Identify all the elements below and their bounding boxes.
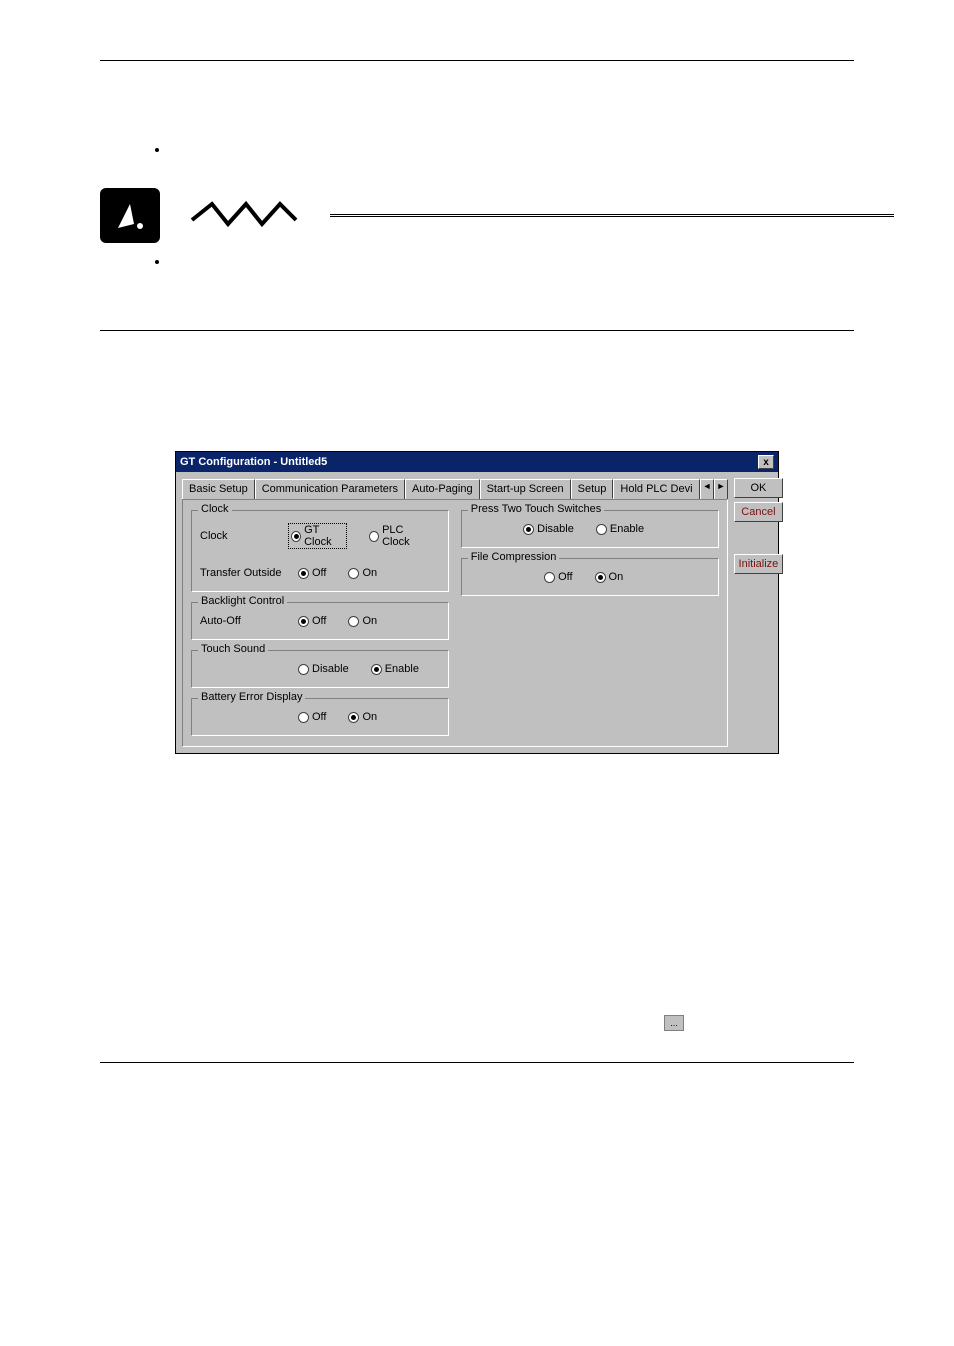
radio-label: On xyxy=(362,567,377,579)
exclamation-icon xyxy=(110,196,150,236)
radio-touchsound-enable[interactable]: Enable xyxy=(371,663,419,675)
group-file-compression: File Compression Off On xyxy=(461,558,719,596)
dialog-left-pane: Basic Setup Communication Parameters Aut… xyxy=(182,478,728,747)
group-clock: Clock Clock GT Clock PLC Clock xyxy=(191,510,449,592)
top-horizontal-rule xyxy=(100,60,854,61)
zigzag-icon xyxy=(190,198,300,228)
radio-gt-clock[interactable]: GT Clock xyxy=(288,523,347,549)
radio-dot-icon xyxy=(291,531,301,542)
radio-filecomp-on[interactable]: On xyxy=(595,571,624,583)
tip-row xyxy=(100,188,894,243)
bullet-item xyxy=(170,141,894,158)
label-auto-off: Auto-Off xyxy=(200,615,288,627)
ok-button[interactable]: OK xyxy=(734,478,784,498)
bottom-horizontal-rule xyxy=(100,1062,854,1063)
radio-presstwo-disable[interactable]: Disable xyxy=(523,523,574,535)
radio-dot-icon xyxy=(298,616,309,627)
label-clock: Clock xyxy=(200,530,278,542)
label-transfer-outside: Transfer Outside xyxy=(200,567,288,579)
tip-underline xyxy=(330,214,894,217)
close-button[interactable]: x xyxy=(758,455,774,469)
group-title-backlight: Backlight Control xyxy=(198,595,287,607)
group-title-touch-sound: Touch Sound xyxy=(198,643,268,655)
mid-horizontal-rule xyxy=(100,330,854,331)
tip-icon xyxy=(100,188,160,243)
radio-dot-icon xyxy=(595,572,606,583)
ellipsis-button-icon: ... xyxy=(664,1015,684,1031)
radio-label: Off xyxy=(312,615,326,627)
whitespace-block xyxy=(60,794,894,1014)
group-battery-error: Battery Error Display Off On xyxy=(191,698,449,736)
radio-label: PLC Clock xyxy=(382,524,428,548)
group-title-clock: Clock xyxy=(198,503,232,515)
radio-dot-icon xyxy=(348,712,359,723)
radio-dot-icon xyxy=(298,664,309,675)
dialog-title: GT Configuration - Untitled5 xyxy=(180,456,327,468)
radio-battery-on[interactable]: On xyxy=(348,711,377,723)
radio-dot-icon xyxy=(298,712,309,723)
bullet-list-top xyxy=(170,141,894,158)
bullet-list-tip xyxy=(170,253,894,270)
inline-icon-row: ... xyxy=(60,1014,684,1032)
radio-battery-off[interactable]: Off xyxy=(298,711,326,723)
close-icon: x xyxy=(763,457,769,468)
radio-dot-icon xyxy=(348,616,359,627)
radio-backlight-off[interactable]: Off xyxy=(298,615,326,627)
radio-dot-icon xyxy=(596,524,607,535)
group-backlight: Backlight Control Auto-Off Off On xyxy=(191,602,449,640)
tab-basic-setup[interactable]: Basic Setup xyxy=(182,479,255,499)
radio-dot-icon xyxy=(369,531,379,542)
tab-communication-parameters[interactable]: Communication Parameters xyxy=(255,479,405,499)
panel-left-column: Clock Clock GT Clock PLC Clock xyxy=(191,510,449,736)
radio-label: Off xyxy=(312,567,326,579)
dialog-titlebar: GT Configuration - Untitled5 x xyxy=(176,452,778,472)
group-title-press-two: Press Two Touch Switches xyxy=(468,503,604,515)
radio-label: GT Clock xyxy=(304,524,344,548)
group-touch-sound: Touch Sound Disable Enable xyxy=(191,650,449,688)
radio-label: Enable xyxy=(610,523,644,535)
radio-label: Off xyxy=(312,711,326,723)
panel-right-column: Press Two Touch Switches Disable Enable xyxy=(461,510,719,736)
tab-hold-plc-device[interactable]: Hold PLC Devi xyxy=(613,479,699,499)
radio-backlight-on[interactable]: On xyxy=(348,615,377,627)
radio-dot-icon xyxy=(523,524,534,535)
tab-setup[interactable]: Setup xyxy=(571,479,614,499)
tab-auto-paging[interactable]: Auto-Paging xyxy=(405,479,480,499)
radio-transfer-on[interactable]: On xyxy=(348,567,377,579)
initialize-button[interactable]: Initialize xyxy=(734,554,784,574)
radio-transfer-off[interactable]: Off xyxy=(298,567,326,579)
radio-label: Enable xyxy=(385,663,419,675)
dialog-body: Basic Setup Communication Parameters Aut… xyxy=(176,472,778,753)
radio-label: Off xyxy=(558,571,572,583)
radio-label: On xyxy=(609,571,624,583)
group-title-file-compression: File Compression xyxy=(468,551,560,563)
radio-touchsound-disable[interactable]: Disable xyxy=(298,663,349,675)
tab-strip: Basic Setup Communication Parameters Aut… xyxy=(182,478,728,499)
radio-label: Disable xyxy=(537,523,574,535)
radio-dot-icon xyxy=(544,572,555,583)
tab-scroll-right[interactable]: ► xyxy=(714,479,728,499)
radio-dot-icon xyxy=(371,664,382,675)
gt-configuration-dialog: GT Configuration - Untitled5 x Basic Set… xyxy=(175,451,779,754)
radio-filecomp-off[interactable]: Off xyxy=(544,571,572,583)
group-title-battery: Battery Error Display xyxy=(198,691,305,703)
setup-panel: Clock Clock GT Clock PLC Clock xyxy=(182,499,728,747)
radio-presstwo-enable[interactable]: Enable xyxy=(596,523,644,535)
tab-startup-screen[interactable]: Start-up Screen xyxy=(480,479,571,499)
bullet-item xyxy=(170,253,894,270)
tab-scroll-left[interactable]: ◄ xyxy=(700,479,714,499)
radio-dot-icon xyxy=(348,568,359,579)
radio-label: Disable xyxy=(312,663,349,675)
button-spacer xyxy=(734,526,784,550)
radio-dot-icon xyxy=(298,568,309,579)
radio-plc-clock[interactable]: PLC Clock xyxy=(369,524,428,548)
cancel-button[interactable]: Cancel xyxy=(734,502,784,522)
group-press-two-touch: Press Two Touch Switches Disable Enable xyxy=(461,510,719,548)
radio-label: On xyxy=(362,615,377,627)
dialog-button-column: OK Cancel Initialize xyxy=(734,478,784,747)
radio-label: On xyxy=(362,711,377,723)
